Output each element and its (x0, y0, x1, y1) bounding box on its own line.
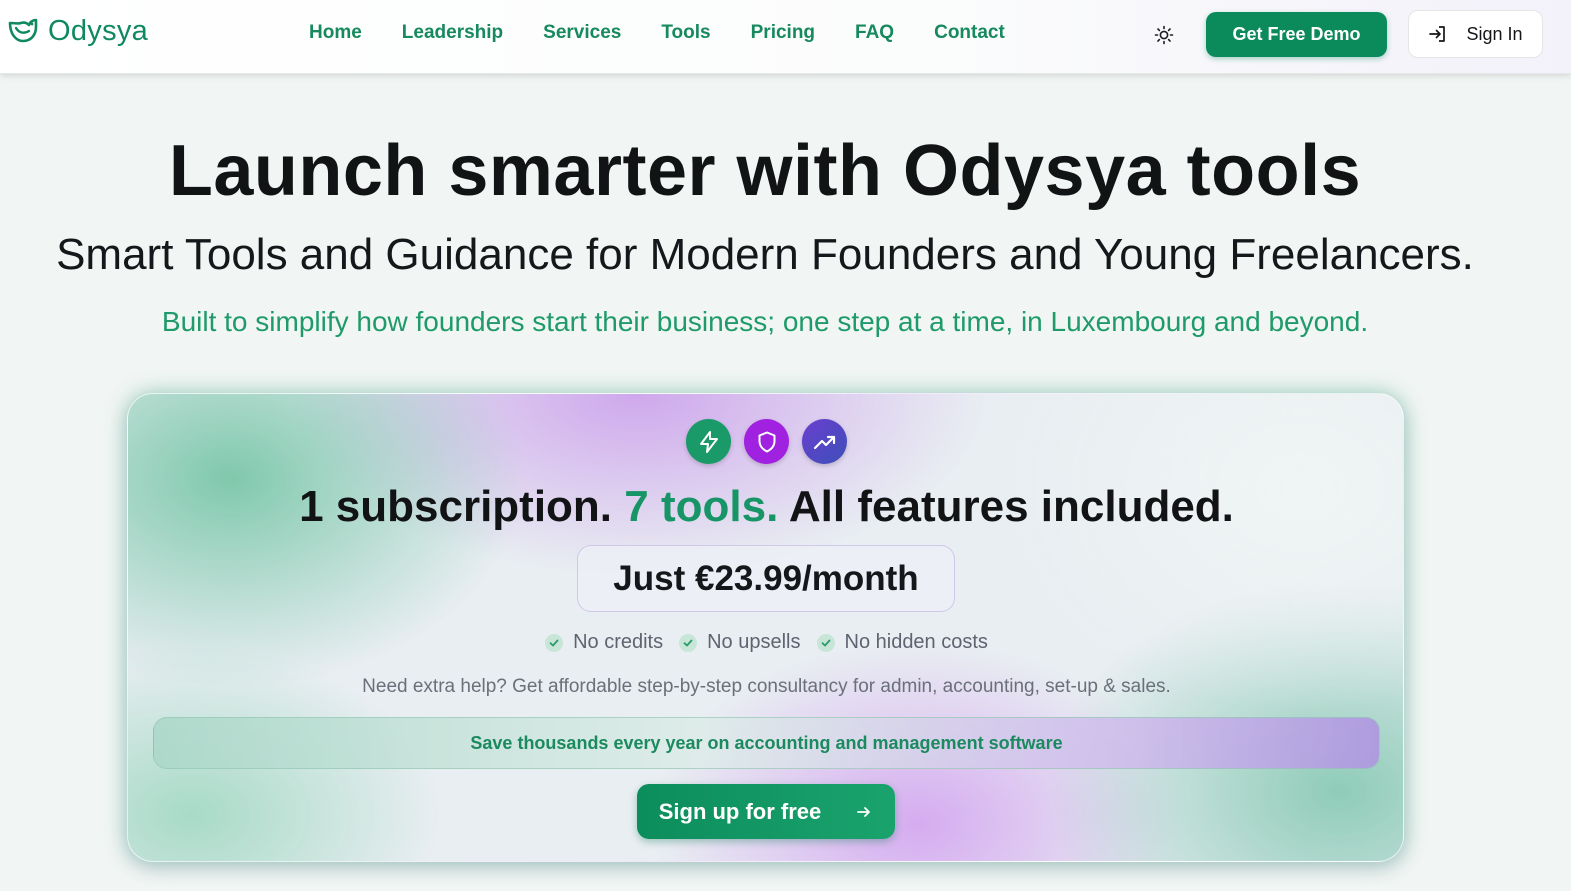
nav-link-services[interactable]: Services (543, 22, 621, 44)
shield-badge (744, 419, 789, 464)
arrow-right-icon (857, 806, 871, 817)
nav-link-pricing[interactable]: Pricing (751, 22, 815, 44)
shield-icon (758, 431, 775, 452)
top-navbar: Odysya Home Leadership Services Tools Pr… (0, 0, 1571, 74)
hero-subtitle: Smart Tools and Guidance for Modern Foun… (56, 230, 1474, 279)
headline-part-1: 1 subscription. (299, 482, 613, 531)
bird-icon (8, 18, 38, 43)
brand-logo[interactable]: Odysya (6, 14, 148, 48)
main-nav: Home Leadership Services Tools Pricing F… (309, 22, 1045, 44)
headline-highlight: 7 tools. (624, 482, 779, 531)
sign-in-button[interactable]: Sign In (1408, 10, 1543, 58)
nav-link-contact[interactable]: Contact (934, 22, 1005, 44)
price-pill: Just €23.99/month (577, 545, 955, 612)
check-label: No hidden costs (844, 631, 988, 653)
benefit-checks: No credits No upsells No hidden costs (128, 631, 1405, 654)
feature-badges (686, 419, 847, 464)
trending-up-icon (813, 435, 835, 449)
hero-tagline: Built to simplify how founders start the… (161, 306, 1369, 337)
nav-link-home[interactable]: Home (309, 22, 362, 44)
get-free-demo-button[interactable]: Get Free Demo (1206, 12, 1387, 57)
check-circle-icon (545, 633, 564, 652)
subscription-headline: 1 subscription. 7 tools. All features in… (128, 482, 1405, 532)
check-label: No credits (573, 631, 664, 653)
sign-up-button[interactable]: Sign up for free (637, 784, 895, 839)
check-circle-icon (816, 633, 835, 652)
hero-title: Launch smarter with Odysya tools (168, 131, 1362, 211)
sign-in-label: Sign In (1466, 23, 1523, 44)
consultancy-note: Need extra help? Get affordable step-by-… (362, 676, 1171, 697)
lightning-badge (686, 419, 731, 464)
check-item-no-hidden-costs: No hidden costs (816, 631, 988, 654)
nav-link-tools[interactable]: Tools (661, 22, 710, 44)
brand-name: Odysya (48, 14, 149, 47)
check-circle-icon (679, 633, 698, 652)
pricing-card: 1 subscription. 7 tools. All features in… (127, 393, 1404, 862)
theme-toggle-button[interactable] (1150, 21, 1178, 49)
headline-part-2: All features included. (788, 482, 1234, 531)
savings-banner: Save thousands every year on accounting … (153, 717, 1380, 769)
sign-up-label: Sign up for free (658, 798, 822, 824)
login-icon (1429, 26, 1446, 42)
nav-link-faq[interactable]: FAQ (855, 22, 894, 44)
lightning-icon (699, 430, 718, 453)
sun-icon (1154, 25, 1174, 45)
trending-badge (802, 419, 847, 464)
check-item-no-upsells: No upsells (679, 631, 801, 654)
check-label: No upsells (707, 631, 801, 653)
check-item-no-credits: No credits (545, 631, 663, 654)
nav-link-leadership[interactable]: Leadership (402, 22, 503, 44)
